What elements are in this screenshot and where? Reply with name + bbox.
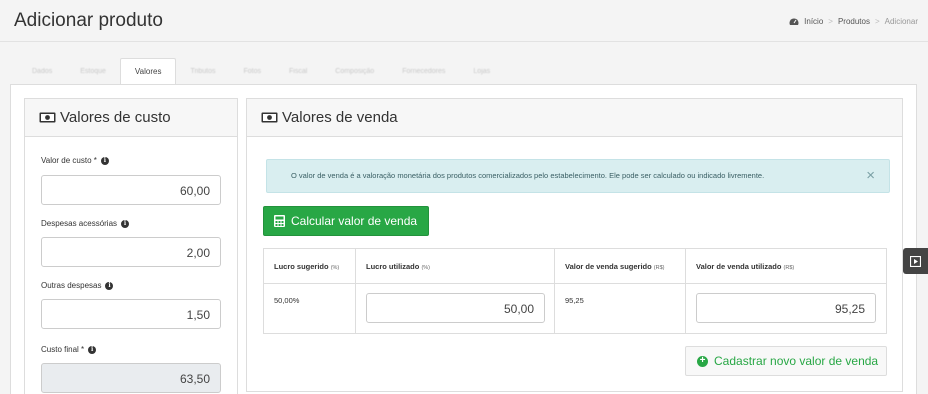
- tab-dados[interactable]: Dados: [18, 58, 66, 85]
- tab-lojas[interactable]: Lojas: [459, 58, 504, 85]
- tab-fornecedores[interactable]: Fornecedores: [388, 58, 459, 85]
- info-icon[interactable]: i: [105, 281, 114, 290]
- close-icon[interactable]: ×: [866, 168, 875, 183]
- column-unit: (%): [421, 265, 430, 271]
- final-cost-input: 63,50: [41, 363, 221, 393]
- calculate-sale-value-button[interactable]: Calcular valor de venda: [263, 206, 429, 236]
- used-profit-cell: 50,00: [356, 284, 555, 334]
- column-header-used-sale-value: Valor de venda utilizado (R$): [686, 249, 886, 284]
- column-label: Valor de venda utilizado: [696, 262, 782, 271]
- info-alert: O valor de venda é a valoração monetária…: [266, 159, 890, 193]
- accessory-expenses-label-text: Despesas acessórias: [41, 219, 118, 228]
- column-label: Lucro sugerido: [274, 262, 329, 271]
- column-label: Lucro utilizado: [366, 262, 420, 271]
- column-header-suggested-profit: Lucro sugerido (%): [264, 249, 356, 284]
- info-icon[interactable]: i: [121, 219, 130, 228]
- breadcrumb: Início > Produtos > Adicionar: [789, 17, 918, 26]
- calculator-icon: [274, 215, 285, 227]
- money-icon: [39, 112, 56, 123]
- column-unit: (R$): [653, 265, 665, 271]
- column-label: Valor de venda sugerido: [565, 262, 652, 271]
- cost-value-label: Valor de custo * i: [41, 156, 109, 165]
- sale-values-table: Lucro sugerido (%) Lucro utilizado (%) V…: [263, 248, 887, 334]
- info-icon[interactable]: i: [88, 345, 97, 354]
- page-header: Adicionar produto Início > Produtos > Ad…: [0, 0, 928, 42]
- used-sale-value-cell: 95,25: [686, 284, 886, 334]
- money-icon: [261, 112, 278, 123]
- suggested-profit-cell: 50,00%: [264, 284, 356, 334]
- sale-panel-header: Valores de venda: [247, 99, 902, 137]
- cost-panel-header: Valores de custo: [25, 99, 237, 137]
- tab-estoque[interactable]: Estoque: [66, 58, 120, 85]
- cost-value-input[interactable]: 60,00: [41, 175, 221, 205]
- tab-valores[interactable]: Valores: [119, 58, 177, 85]
- info-icon[interactable]: i: [100, 156, 109, 165]
- cost-value-label-text: Valor de custo *: [41, 156, 97, 165]
- add-sale-value-label: Cadastrar novo valor de venda: [714, 354, 879, 368]
- accessory-expenses-label: Despesas acessórias i: [41, 219, 130, 228]
- product-tabs: Dados Estoque Valores Tributos Fotos Fis…: [18, 58, 504, 85]
- play-box-icon: [910, 255, 921, 267]
- page-title: Adicionar produto: [14, 10, 163, 31]
- breadcrumb-current: Adicionar: [884, 17, 918, 26]
- dashboard-icon: [789, 18, 799, 25]
- tab-composicao[interactable]: Composição: [321, 58, 388, 85]
- cost-panel-title: Valores de custo: [60, 109, 171, 126]
- plus-circle-icon: +: [697, 355, 708, 367]
- column-header-used-profit: Lucro utilizado (%): [356, 249, 555, 284]
- other-expenses-input[interactable]: 1,50: [41, 299, 221, 329]
- column-unit: (%): [330, 265, 340, 271]
- used-sale-value-input[interactable]: 95,25: [696, 293, 876, 323]
- used-profit-input[interactable]: 50,00: [366, 293, 545, 323]
- final-cost-label: Custo final * i: [41, 345, 97, 354]
- column-unit: (R$): [783, 265, 795, 271]
- accessory-expenses-input[interactable]: 2,00: [41, 237, 221, 267]
- other-expenses-label: Outras despesas i: [41, 281, 114, 290]
- sale-panel: Valores de venda O valor de venda é a va…: [246, 98, 903, 392]
- final-cost-label-text: Custo final *: [41, 345, 85, 354]
- breadcrumb-home[interactable]: Início: [804, 17, 823, 26]
- side-panel-toggle-button[interactable]: [903, 248, 928, 274]
- calculate-button-label: Calcular valor de venda: [291, 214, 418, 228]
- other-expenses-label-text: Outras despesas: [41, 281, 102, 290]
- suggested-sale-value-cell: 95,25: [555, 284, 686, 334]
- sale-panel-title: Valores de venda: [282, 109, 398, 126]
- cost-panel: Valores de custo Valor de custo * i 60,0…: [24, 98, 238, 394]
- breadcrumb-separator: >: [828, 17, 833, 26]
- add-sale-value-button[interactable]: + Cadastrar novo valor de venda: [685, 346, 887, 376]
- tab-fotos[interactable]: Fotos: [229, 58, 275, 85]
- tab-fiscal[interactable]: Fiscal: [275, 58, 321, 85]
- column-header-suggested-sale-value: Valor de venda sugerido (R$): [555, 249, 686, 284]
- alert-text: O valor de venda é a valoração monetária…: [291, 171, 765, 180]
- breadcrumb-separator: >: [874, 17, 880, 26]
- breadcrumb-products[interactable]: Produtos: [838, 17, 870, 26]
- tab-tributos[interactable]: Tributos: [176, 58, 229, 85]
